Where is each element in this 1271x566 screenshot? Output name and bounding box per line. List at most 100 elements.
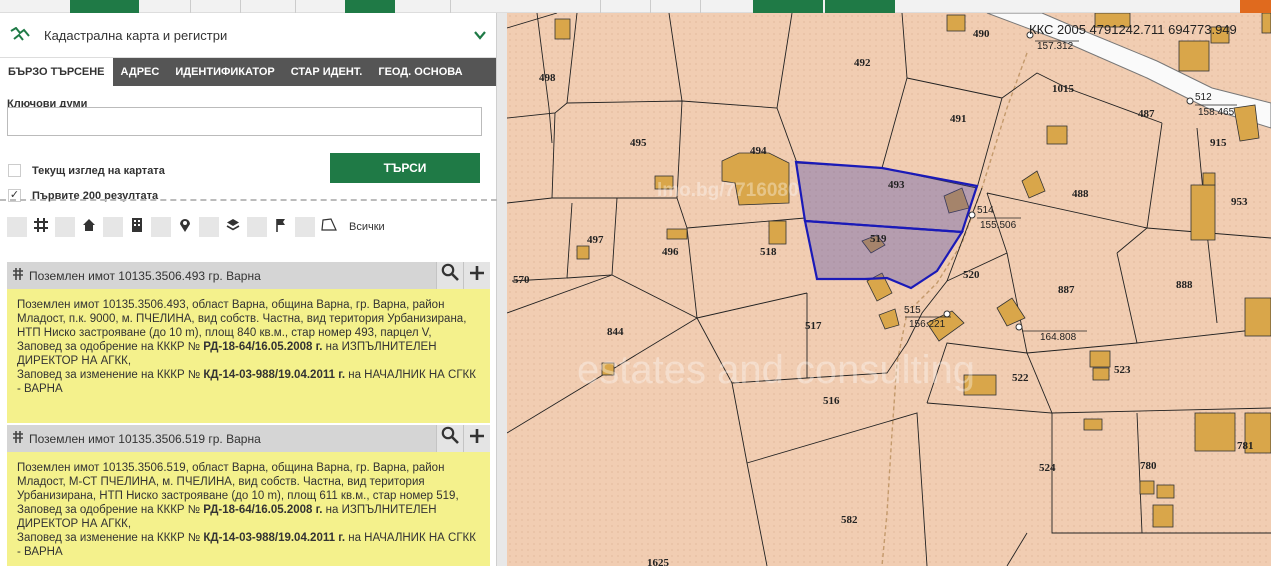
parcel-number-label: 1625 (647, 557, 670, 566)
filter-checkbox-grid[interactable] (7, 217, 27, 237)
parcel-number-label: 582 (841, 514, 858, 526)
parcel-number-label: 517 (805, 320, 822, 332)
parcel-number-label: 498 (539, 72, 556, 84)
parcel-number-label: 518 (760, 246, 777, 258)
cadastral-map[interactable]: 498 492 490 495 494 493 491 1015 487 915 488 953 497… (507, 13, 1271, 566)
polygon-icon[interactable] (319, 217, 339, 237)
result-filters: Всички (7, 217, 385, 237)
survey-height: 158.465 (1198, 107, 1235, 118)
parcel-number-label: 844 (607, 326, 624, 338)
parcel-number-label: 490 (973, 28, 990, 40)
parcel-number-label: 488 (1072, 188, 1089, 200)
toolbar-button-map[interactable] (70, 0, 139, 13)
flag-icon[interactable] (271, 217, 291, 237)
parcel-number-label: 887 (1058, 284, 1075, 296)
parcel-number-label: 524 (1039, 462, 1056, 474)
tab-geodetic-base[interactable]: ГЕОД. ОСНОВА (370, 58, 470, 86)
panel-header[interactable]: Кадастрална карта и регистри (0, 13, 496, 58)
tab-identifier[interactable]: ИДЕНТИФИКАТОР (167, 58, 282, 86)
grid-icon[interactable] (31, 217, 51, 237)
filter-checkbox-area[interactable] (295, 217, 315, 237)
parcel-number-label: 497 (587, 234, 604, 246)
parcel-number-label: 523 (1114, 364, 1131, 376)
parcel-number-label: 915 (1210, 137, 1227, 149)
amendment-order-number: КД-14-03-988/19.04.2011 г. (203, 369, 346, 381)
parcel-number-label: 888 (1176, 279, 1193, 291)
chevron-down-icon[interactable] (474, 27, 486, 43)
parcel-number-label: 1015 (1052, 83, 1075, 95)
add-icon[interactable] (463, 425, 490, 452)
survey-id: 512 (1195, 92, 1212, 103)
survey-id: 514 (977, 205, 994, 216)
parcel-number-label: 492 (854, 57, 871, 69)
amendment-order-label: Заповед за изменение на КККР № (17, 369, 204, 381)
tab-address[interactable]: АДРЕС (113, 58, 168, 86)
result-header[interactable]: Поземлен имот 10135.3506.493 гр. Варна (7, 262, 490, 289)
result-title: Поземлен имот 10135.3506.493 гр. Варна (29, 268, 261, 283)
amendment-order-label: Заповед за изменение на КККР № (17, 532, 204, 544)
current-view-checkbox[interactable] (8, 164, 21, 177)
filter-checkbox-point[interactable] (247, 217, 267, 237)
approval-order-label: Заповед за одобрение на КККР № (17, 504, 204, 516)
watermark-brand: estates and consulting (577, 348, 975, 392)
filter-all-label[interactable]: Всички (349, 221, 385, 233)
watermark-site: lmo.bg/7716080 (657, 180, 799, 201)
add-icon[interactable] (463, 262, 490, 289)
result-details: Поземлен имот 10135.3506.519, област Вар… (7, 452, 490, 566)
drag-grip-icon[interactable] (7, 268, 29, 283)
amendment-order-number: КД-14-03-988/19.04.2011 г. (203, 532, 346, 544)
survey-height: 164.808 (1040, 332, 1077, 343)
approval-order-number: РД-18-64/16.05.2008 г. (203, 341, 323, 353)
menu-button[interactable] (1240, 0, 1271, 13)
search-tabs: БЪРЗО ТЪРСЕНЕ АДРЕС ИДЕНТИФИКАТОР СТАР И… (0, 58, 496, 86)
drag-grip-icon[interactable] (7, 431, 29, 446)
approval-order-label: Заповед за одобрение на КККР № (17, 341, 204, 353)
parcel-number-label: 494 (750, 145, 767, 157)
survey-height: 157.312 (1037, 41, 1074, 52)
parcel-number-label: 516 (823, 395, 840, 407)
parcel-number-label: 519 (870, 233, 887, 245)
coordinate-readout: ККС 2005 4791242.711 694773.949 (1029, 22, 1237, 37)
zoom-search-icon[interactable] (436, 262, 463, 289)
approval-order-number: РД-18-64/16.05.2008 г. (203, 504, 323, 516)
filter-checkbox-building[interactable] (55, 217, 75, 237)
map-canvas[interactable]: 498 492 490 495 494 493 491 1015 487 915 488 953 497… (507, 13, 1271, 566)
tab-old-identifier[interactable]: СТАР ИДЕНТ. (283, 58, 371, 86)
filter-checkbox-unit[interactable] (103, 217, 123, 237)
survey-height: 155.506 (980, 220, 1017, 231)
parcel-number-label: 495 (630, 137, 647, 149)
divider (0, 199, 497, 201)
filter-checkbox-address[interactable] (151, 217, 171, 237)
cadastre-logo-icon (10, 26, 32, 43)
map-pin-icon[interactable] (175, 217, 195, 237)
survey-height: 156.221 (909, 319, 946, 330)
current-view-label: Текущ изглед на картата (32, 164, 165, 177)
toolbar-button-layers[interactable] (345, 0, 395, 13)
result-description: Поземлен имот 10135.3506.519, област Вар… (17, 462, 459, 502)
apartment-icon[interactable] (127, 217, 147, 237)
survey-id: 515 (904, 305, 921, 316)
tab-quick-search[interactable]: БЪРЗО ТЪРСЕНЕ (0, 58, 113, 86)
result-title: Поземлен имот 10135.3506.519 гр. Варна (29, 431, 261, 446)
current-view-option[interactable]: Текущ изглед на картата (8, 164, 165, 177)
toolbar-button-print[interactable] (825, 0, 895, 13)
parcel-number-label: 496 (662, 246, 679, 258)
parcel-number-label: 520 (963, 269, 980, 281)
top-toolbar (0, 0, 1271, 13)
parcel-number-label: 570 (513, 274, 530, 286)
parcel-number-label: 780 (1140, 460, 1157, 472)
panel-title: Кадастрална карта и регистри (44, 27, 228, 43)
house-icon[interactable] (79, 217, 99, 237)
panel-splitter[interactable] (497, 13, 507, 566)
zoom-search-icon[interactable] (436, 425, 463, 452)
parcel-number-label: 522 (1012, 372, 1029, 384)
search-button[interactable]: ТЪРСИ (330, 153, 480, 183)
toolbar-button-location[interactable] (753, 0, 823, 13)
result-header[interactable]: Поземлен имот 10135.3506.519 гр. Варна (7, 425, 490, 452)
parcel-number-label: 493 (888, 179, 905, 191)
parcel-number-label: 491 (950, 113, 967, 125)
filter-checkbox-layers[interactable] (199, 217, 219, 237)
layers-icon[interactable] (223, 217, 243, 237)
parcel-number-label: 487 (1138, 108, 1155, 120)
keywords-input[interactable] (7, 107, 482, 136)
